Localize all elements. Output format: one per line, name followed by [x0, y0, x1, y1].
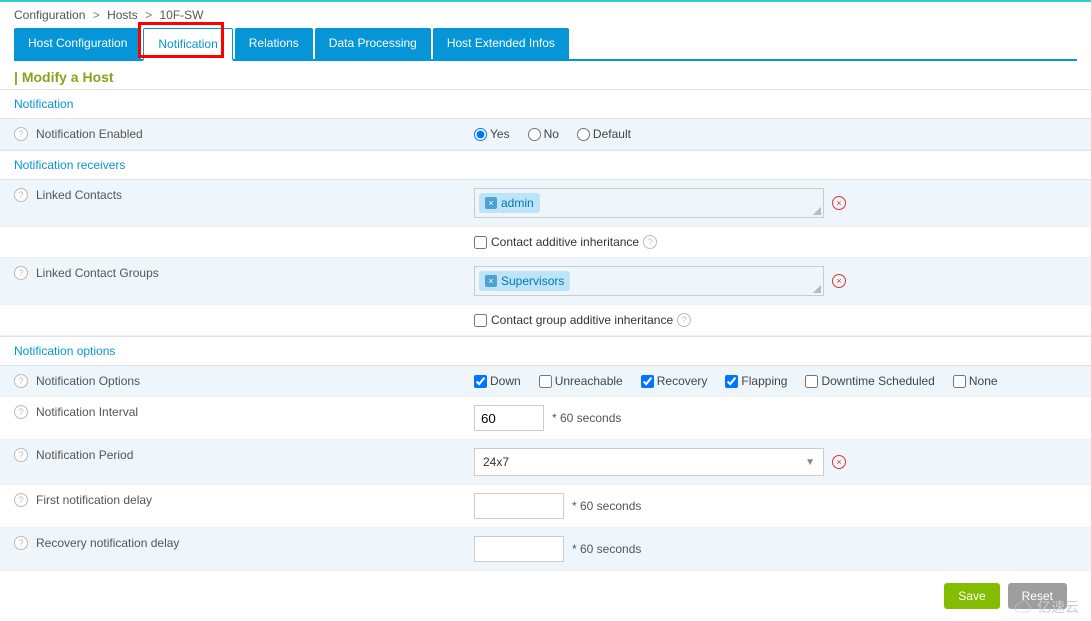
- breadcrumb-hosts[interactable]: Hosts: [107, 8, 138, 22]
- help-icon[interactable]: ?: [14, 536, 28, 550]
- checkbox-down-label[interactable]: Down: [474, 374, 521, 388]
- notification-interval-input[interactable]: [474, 405, 544, 431]
- recovery-notification-delay-input[interactable]: [474, 536, 564, 562]
- clear-icon[interactable]: ×: [832, 196, 846, 210]
- group-receivers: Notification receivers: [0, 150, 1091, 180]
- breadcrumb-sep: >: [145, 8, 152, 22]
- linked-contacts-input[interactable]: ×admin: [474, 188, 824, 218]
- checkbox-unreachable-label[interactable]: Unreachable: [539, 374, 623, 388]
- breadcrumb: Configuration > Hosts > 10F-SW: [0, 2, 1091, 28]
- radio-default-label[interactable]: Default: [577, 127, 631, 141]
- help-icon[interactable]: ?: [643, 235, 657, 249]
- checkbox-recovery[interactable]: [641, 375, 654, 388]
- help-icon[interactable]: ?: [677, 313, 691, 327]
- label-notification-options: Notification Options: [36, 374, 140, 388]
- page-title: | Modify a Host: [0, 61, 1091, 89]
- tab-host-extended-infos[interactable]: Host Extended Infos: [433, 28, 569, 59]
- tabs: Host Configuration Notification Relation…: [14, 28, 1077, 61]
- notification-enabled-radios: Yes No Default: [474, 127, 1077, 141]
- linked-contact-groups-input[interactable]: ×Supervisors: [474, 266, 824, 296]
- chevron-down-icon: ▼: [805, 457, 815, 468]
- breadcrumb-configuration[interactable]: Configuration: [14, 8, 85, 22]
- label-linked-contact-groups: Linked Contact Groups: [36, 266, 159, 280]
- suffix-seconds: * 60 seconds: [552, 411, 621, 425]
- notification-options-checkboxes: Down Unreachable Recovery Flapping Downt…: [474, 374, 1077, 388]
- checkbox-group-additive-label[interactable]: Contact group additive inheritance ?: [474, 313, 691, 327]
- label-first-notification-delay: First notification delay: [36, 493, 152, 507]
- help-icon[interactable]: ?: [14, 127, 28, 141]
- tab-notification[interactable]: Notification: [143, 28, 232, 61]
- clear-icon[interactable]: ×: [832, 455, 846, 469]
- label-linked-contacts: Linked Contacts: [36, 188, 122, 202]
- checkbox-none-label[interactable]: None: [953, 374, 998, 388]
- label-recovery-notification-delay: Recovery notification delay: [36, 536, 179, 550]
- tab-host-configuration[interactable]: Host Configuration: [14, 28, 141, 59]
- suffix-seconds: * 60 seconds: [572, 542, 641, 556]
- checkbox-unreachable[interactable]: [539, 375, 552, 388]
- label-notification-enabled: Notification Enabled: [36, 127, 143, 141]
- remove-tag-icon[interactable]: ×: [485, 275, 497, 287]
- tag-admin[interactable]: ×admin: [479, 193, 540, 213]
- checkbox-contact-additive[interactable]: [474, 236, 487, 249]
- checkbox-flapping[interactable]: [725, 375, 738, 388]
- checkbox-downtime[interactable]: [805, 375, 818, 388]
- help-icon[interactable]: ?: [14, 374, 28, 388]
- help-icon[interactable]: ?: [14, 405, 28, 419]
- tag-supervisors[interactable]: ×Supervisors: [479, 271, 570, 291]
- notification-period-select[interactable]: 24x7 ▼: [474, 448, 824, 476]
- label-notification-period: Notification Period: [36, 448, 133, 462]
- help-icon[interactable]: ?: [14, 188, 28, 202]
- tab-data-processing[interactable]: Data Processing: [315, 28, 431, 59]
- breadcrumb-sep: >: [93, 8, 100, 22]
- checkbox-downtime-label[interactable]: Downtime Scheduled: [805, 374, 934, 388]
- breadcrumb-current: 10F-SW: [159, 8, 203, 22]
- checkbox-down[interactable]: [474, 375, 487, 388]
- first-notification-delay-input[interactable]: [474, 493, 564, 519]
- group-notification: Notification: [0, 89, 1091, 119]
- group-options: Notification options: [0, 336, 1091, 366]
- save-button[interactable]: Save: [944, 583, 999, 609]
- checkbox-flapping-label[interactable]: Flapping: [725, 374, 787, 388]
- suffix-seconds: * 60 seconds: [572, 499, 641, 513]
- checkbox-recovery-label[interactable]: Recovery: [641, 374, 708, 388]
- label-notification-interval: Notification Interval: [36, 405, 138, 419]
- checkbox-none[interactable]: [953, 375, 966, 388]
- radio-no-label[interactable]: No: [528, 127, 559, 141]
- help-icon[interactable]: ?: [14, 266, 28, 280]
- tab-relations[interactable]: Relations: [235, 28, 313, 59]
- help-icon[interactable]: ?: [14, 448, 28, 462]
- remove-tag-icon[interactable]: ×: [485, 197, 497, 209]
- help-icon[interactable]: ?: [14, 493, 28, 507]
- clear-icon[interactable]: ×: [832, 274, 846, 288]
- radio-yes[interactable]: [474, 128, 487, 141]
- radio-default[interactable]: [577, 128, 590, 141]
- checkbox-group-additive[interactable]: [474, 314, 487, 327]
- checkbox-contact-additive-label[interactable]: Contact additive inheritance ?: [474, 235, 657, 249]
- radio-yes-label[interactable]: Yes: [474, 127, 510, 141]
- watermark: 亿速云: [1013, 597, 1079, 617]
- radio-no[interactable]: [528, 128, 541, 141]
- cloud-icon: [1013, 600, 1033, 614]
